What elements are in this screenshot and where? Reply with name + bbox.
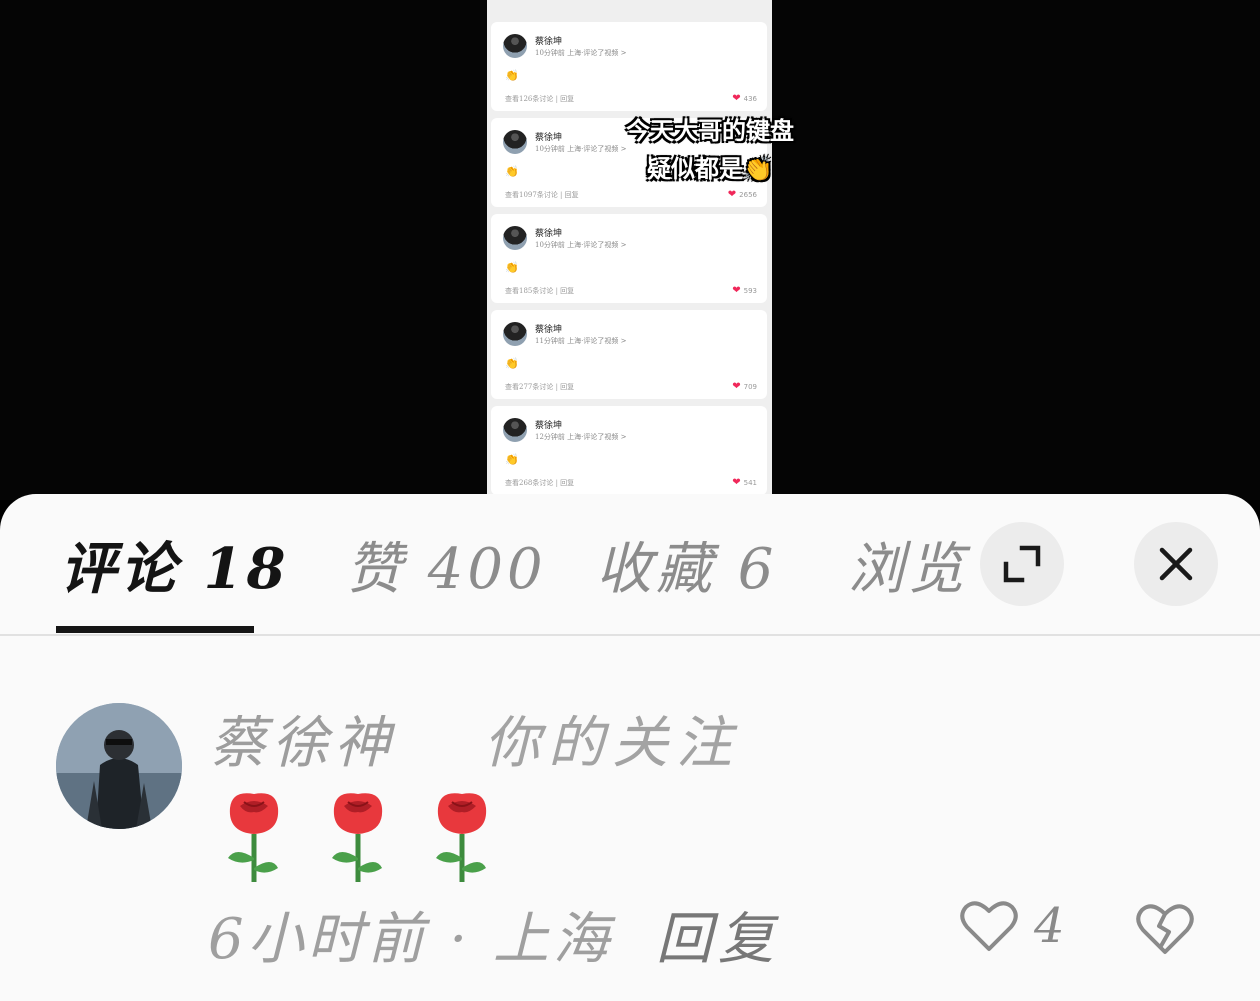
broken-heart-icon bbox=[1136, 904, 1194, 954]
caption-line-2: 疑似都是👏 bbox=[647, 154, 773, 183]
like-count: ❤ 593 bbox=[732, 285, 757, 296]
clap-emoji: 👏 bbox=[505, 261, 519, 274]
tab-bar: 评论 18 赞 400 收藏 6 浏览 bbox=[0, 494, 1260, 636]
clap-emoji: 👏 bbox=[505, 357, 519, 370]
rose-emoji bbox=[436, 793, 487, 882]
comment-author: 蔡徐坤 bbox=[535, 133, 563, 143]
video-comment-card: 蔡徐坤 10分钟前 上海·评论了视频 > 👏 查看185条讨论 | 回复 ❤ 59… bbox=[491, 214, 767, 303]
like-button[interactable]: 4 bbox=[960, 898, 1065, 954]
comment-footer: 查看1097条讨论 | 回复 bbox=[505, 191, 579, 199]
comment-meta: 12分钟前 上海·评论了视频 > bbox=[535, 433, 627, 441]
comment-author: 蔡徐坤 bbox=[535, 421, 563, 431]
avatar bbox=[503, 322, 527, 346]
tab-views[interactable]: 浏览 bbox=[848, 524, 968, 605]
comment-author: 蔡徐坤 bbox=[535, 325, 563, 335]
like-count: ❤ 2656 bbox=[727, 189, 757, 200]
avatar bbox=[503, 418, 527, 442]
comment-author: 蔡徐坤 bbox=[535, 37, 563, 47]
comments-sheet: 评论 18 赞 400 收藏 6 浏览 蔡徐神 你的关注 6小时前 · 上海 回… bbox=[0, 494, 1260, 1001]
like-count: ❤ 709 bbox=[732, 381, 757, 392]
clap-emoji: 👏 bbox=[505, 165, 519, 178]
tab-favorites[interactable]: 收藏 6 bbox=[596, 524, 777, 605]
like-count: 4 bbox=[1034, 898, 1065, 954]
comment-footer: 查看268条讨论 | 回复 bbox=[505, 479, 575, 487]
comment-author: 蔡徐坤 bbox=[535, 229, 563, 239]
like-count: ❤ 541 bbox=[732, 477, 757, 488]
rose-emoji bbox=[228, 793, 279, 882]
heart-outline-icon bbox=[960, 901, 1018, 951]
avatar[interactable] bbox=[56, 703, 182, 829]
heart-icon: ❤ bbox=[732, 93, 741, 104]
heart-icon: ❤ bbox=[732, 477, 741, 488]
comment-meta: 11分钟前 上海·评论了视频 > bbox=[535, 337, 627, 345]
reply-button[interactable]: 回复 bbox=[656, 894, 780, 975]
video-player[interactable]: 蔡徐坤 10分钟前 上海·评论了视频 > 👏 查看126条讨论 | 回复 ❤ 43… bbox=[0, 0, 1260, 500]
expand-button[interactable] bbox=[980, 522, 1064, 606]
heart-icon: ❤ bbox=[732, 381, 741, 392]
tab-comments[interactable]: 评论 18 bbox=[60, 524, 289, 605]
clap-emoji: 👏 bbox=[505, 69, 519, 82]
avatar bbox=[503, 226, 527, 250]
clap-emoji: 👏 bbox=[505, 453, 519, 466]
caption-line-1: 今天大哥的键盘 bbox=[626, 116, 794, 145]
expand-icon bbox=[1003, 545, 1041, 583]
video-screenshot-content: 蔡徐坤 10分钟前 上海·评论了视频 > 👏 查看126条讨论 | 回复 ❤ 43… bbox=[487, 0, 772, 500]
video-comment-card: 蔡徐坤 12分钟前 上海·评论了视频 > 👏 查看268条讨论 | 回复 ❤ 54… bbox=[491, 406, 767, 495]
user-photo bbox=[56, 703, 182, 829]
comment-meta: 10分钟前 上海·评论了视频 > bbox=[535, 49, 627, 57]
rose-emoji bbox=[332, 793, 383, 882]
like-count: ❤ 436 bbox=[732, 93, 757, 104]
heart-icon: ❤ bbox=[732, 285, 741, 296]
comment-username[interactable]: 蔡徐神 bbox=[210, 698, 396, 779]
comment-time-location: 6小时前 · 上海 bbox=[208, 907, 614, 972]
heart-icon: ❤ bbox=[727, 189, 737, 200]
video-caption-overlay: 今天大哥的键盘 疑似都是👏 bbox=[610, 112, 810, 188]
active-tab-indicator bbox=[56, 626, 254, 633]
avatar bbox=[503, 130, 527, 154]
close-icon bbox=[1159, 547, 1193, 581]
comment-footer: 查看277条讨论 | 回复 bbox=[505, 383, 575, 391]
comment-content bbox=[214, 784, 502, 884]
avatar bbox=[503, 34, 527, 58]
dislike-button[interactable] bbox=[1136, 902, 1194, 960]
tab-likes[interactable]: 赞 400 bbox=[346, 524, 547, 605]
video-comment-card: 蔡徐坤 11分钟前 上海·评论了视频 > 👏 查看277条讨论 | 回复 ❤ 70… bbox=[491, 310, 767, 399]
follow-tag: 你的关注 bbox=[484, 711, 740, 776]
close-button[interactable] bbox=[1134, 522, 1218, 606]
video-comment-card: 蔡徐坤 10分钟前 上海·评论了视频 > 👏 查看126条讨论 | 回复 ❤ 43… bbox=[491, 22, 767, 111]
comment-meta: 10分钟前 上海·评论了视频 > bbox=[535, 241, 627, 249]
comment-footer: 查看185条讨论 | 回复 bbox=[505, 287, 575, 295]
comment-footer: 查看126条讨论 | 回复 bbox=[505, 95, 575, 103]
